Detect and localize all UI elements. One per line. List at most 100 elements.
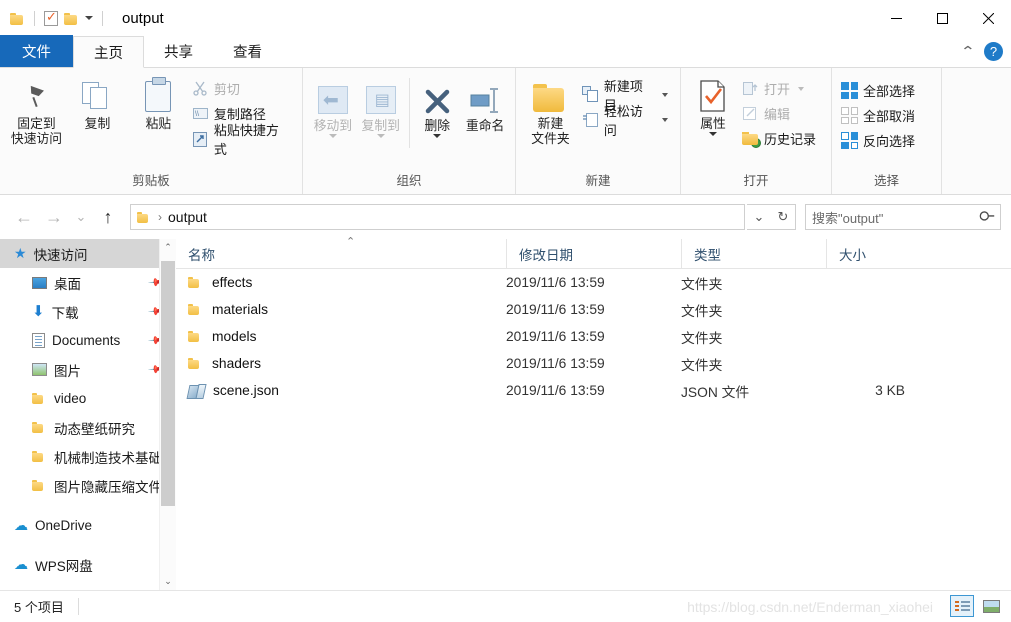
sidebar-label: 快速访问 xyxy=(33,247,88,263)
collapse-ribbon-icon[interactable]: ⌃ xyxy=(961,43,976,60)
help-icon[interactable]: ? xyxy=(984,42,1003,61)
open-dropdown-icon[interactable] xyxy=(798,86,805,91)
tab-view[interactable]: 查看 xyxy=(213,35,282,67)
delete-button[interactable]: 删除 xyxy=(413,76,461,142)
sidebar-label: 动态壁纸研究 xyxy=(54,421,135,437)
new-item-dropdown-icon[interactable] xyxy=(662,92,668,97)
table-row[interactable]: shaders 2019/11/6 13:59 文件夹 xyxy=(176,350,1011,377)
column-header-type[interactable]: 类型 xyxy=(681,238,826,269)
properties-dropdown-icon[interactable] xyxy=(709,132,717,136)
details-view-button[interactable] xyxy=(950,595,974,617)
move-to-icon: ⬅ xyxy=(317,80,348,114)
select-none-button[interactable]: 全部取消 xyxy=(838,103,921,128)
easy-access-button[interactable]: 轻松访问 xyxy=(579,104,674,138)
forward-button[interactable]: → xyxy=(40,203,68,231)
scroll-up-icon[interactable]: ⌃ xyxy=(160,239,176,256)
breadcrumb[interactable]: output xyxy=(168,209,207,225)
sidebar-scrollbar[interactable]: ⌃ ⌄ xyxy=(159,239,176,590)
close-button[interactable] xyxy=(965,0,1011,36)
documents-icon xyxy=(32,333,45,348)
properties-button[interactable]: 属性 xyxy=(687,74,739,140)
sidebar-item-downloads[interactable]: ⬇ 下载 📌 xyxy=(0,297,176,326)
properties-checkbox-icon[interactable] xyxy=(44,9,58,26)
file-date-cell: 2019/11/6 13:59 xyxy=(506,302,605,317)
pin-label-line2: 快速访问 xyxy=(10,131,63,146)
recent-locations-button[interactable]: ⌄ xyxy=(70,203,92,231)
wps-cloud-icon: ☁ xyxy=(14,556,28,572)
minimize-button[interactable] xyxy=(873,0,919,36)
sidebar-item-hidden-image-archive[interactable]: 图片隐藏压缩文件 xyxy=(0,471,176,500)
column-header-size[interactable]: 大小 xyxy=(826,238,931,269)
file-name-cell[interactable]: effects xyxy=(176,269,506,296)
sidebar-item-onedrive[interactable]: ☁ OneDrive xyxy=(0,511,176,540)
address-input[interactable]: › output xyxy=(130,204,745,230)
copy-to-icon: ▤ xyxy=(365,80,396,114)
file-name-cell[interactable]: materials xyxy=(176,296,506,323)
new-folder-button[interactable]: 新建 文件夹 xyxy=(522,74,579,150)
table-row[interactable]: materials 2019/11/6 13:59 文件夹 xyxy=(176,296,1011,323)
table-row[interactable]: models 2019/11/6 13:59 文件夹 xyxy=(176,323,1011,350)
rename-button[interactable]: 重命名 xyxy=(461,76,509,137)
table-row[interactable]: scene.json 2019/11/6 13:59 JSON 文件 3 KB xyxy=(176,377,1011,404)
maximize-button[interactable] xyxy=(919,0,965,36)
scroll-down-icon[interactable]: ⌄ xyxy=(160,573,176,590)
pictures-icon xyxy=(32,363,47,376)
sidebar-item-desktop[interactable]: 桌面 📌 xyxy=(0,268,176,297)
copy-to-dropdown-icon[interactable] xyxy=(376,134,385,138)
sidebar-item-documents[interactable]: Documents 📌 xyxy=(0,326,176,355)
large-icons-view-button[interactable] xyxy=(979,595,1003,617)
table-row[interactable]: effects 2019/11/6 13:59 文件夹 xyxy=(176,269,1011,296)
pin-label-line1: 固定到 xyxy=(17,116,56,131)
new-item-icon xyxy=(581,86,599,103)
search-icon xyxy=(977,207,998,228)
ribbon-group-label-clipboard: 剪贴板 xyxy=(132,174,170,188)
history-button[interactable]: 历史记录 xyxy=(739,126,822,151)
copy-button[interactable]: 复制 xyxy=(67,74,128,135)
cut-button[interactable]: 剪切 xyxy=(189,76,296,101)
tab-home[interactable]: 主页 xyxy=(73,36,144,68)
up-button[interactable]: ↑ xyxy=(94,203,122,231)
move-to-dropdown-icon[interactable] xyxy=(328,134,337,138)
column-header-date[interactable]: 修改日期 xyxy=(506,238,681,269)
tab-file[interactable]: 文件 xyxy=(0,35,73,67)
invert-selection-button[interactable]: 反向选择 xyxy=(838,128,921,153)
sidebar-label: 图片隐藏压缩文件 xyxy=(54,479,162,495)
clipboard-small-commands: 剪切 \\ 复制路径 粘贴快捷方式 xyxy=(189,74,296,157)
file-type-cell: 文件夹 xyxy=(681,276,723,292)
file-name-cell[interactable]: shaders xyxy=(176,350,506,377)
sidebar-item-dynamic-wallpaper[interactable]: 动态壁纸研究 xyxy=(0,413,176,442)
new-folder-icon[interactable] xyxy=(64,12,79,25)
chevron-down-icon[interactable] xyxy=(85,16,93,20)
paste-button[interactable]: 粘贴 xyxy=(128,74,189,135)
paste-shortcut-button[interactable]: 粘贴快捷方式 xyxy=(189,123,296,157)
move-to-button[interactable]: ⬅ 移动到 xyxy=(309,76,357,142)
copy-to-button[interactable]: ▤ 复制到 xyxy=(357,76,405,142)
open-button[interactable]: 打开 xyxy=(739,76,822,101)
tab-share[interactable]: 共享 xyxy=(144,35,213,67)
sidebar-item-pictures[interactable]: 图片 📌 xyxy=(0,355,176,384)
edit-icon xyxy=(742,105,759,122)
easy-access-dropdown-icon[interactable] xyxy=(662,117,668,122)
file-name-cell[interactable]: scene.json xyxy=(176,377,506,404)
back-button[interactable]: ← xyxy=(10,203,38,231)
sidebar-item-mechanical-manufacturing[interactable]: 机械制造技术基础 xyxy=(0,442,176,471)
file-name-cell[interactable]: models xyxy=(176,323,506,350)
pin-to-quick-access-button[interactable]: 固定到 快速访问 xyxy=(6,74,67,150)
column-header-name[interactable]: 名称 xyxy=(176,239,506,269)
easy-access-label: 轻松访问 xyxy=(603,103,643,138)
search-input[interactable]: 搜索"output" xyxy=(805,204,1001,230)
scrollbar-thumb[interactable] xyxy=(161,261,175,506)
sidebar-label: OneDrive xyxy=(35,518,93,533)
toolbar-divider-2 xyxy=(102,10,103,26)
ribbon-group-label-open: 打开 xyxy=(743,174,769,188)
sidebar-item-video[interactable]: video xyxy=(0,384,176,413)
sidebar-item-wps-cloud[interactable]: ☁ WPS网盘 xyxy=(0,550,176,579)
file-size-cell xyxy=(826,269,931,296)
refresh-icon[interactable]: ↻ xyxy=(771,205,795,229)
select-all-button[interactable]: 全部选择 xyxy=(838,78,921,103)
edit-button[interactable]: 编辑 xyxy=(739,101,822,126)
sidebar-item-quick-access[interactable]: ★ 快速访问 xyxy=(0,239,176,268)
address-dropdown-icon[interactable]: ⌄ xyxy=(747,205,771,229)
new-small-commands: 新建项目 轻松访问 xyxy=(579,74,674,138)
delete-dropdown-icon[interactable] xyxy=(433,134,442,138)
